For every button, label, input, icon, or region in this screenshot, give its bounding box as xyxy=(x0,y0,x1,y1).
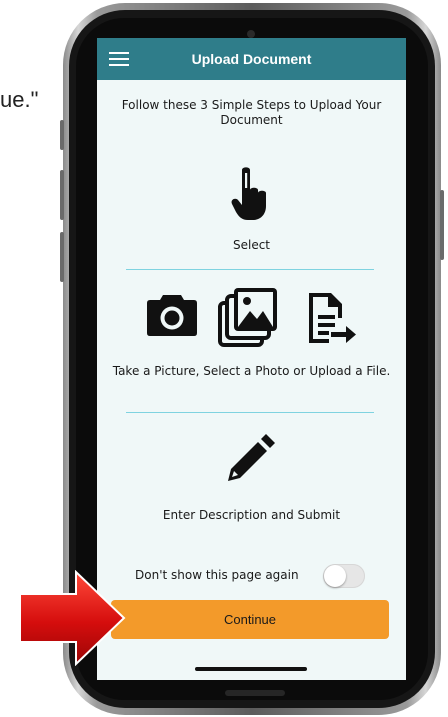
app-header: Upload Document xyxy=(97,38,406,80)
hand-pointer-icon xyxy=(231,167,266,220)
home-indicator xyxy=(195,667,307,671)
red-arrow-icon xyxy=(19,570,126,666)
phone-side-button xyxy=(60,170,64,220)
phone-side-button xyxy=(440,190,444,260)
dont-show-again-row: Don't show this page again xyxy=(97,564,406,588)
camera-icon xyxy=(147,295,197,336)
divider xyxy=(126,412,374,413)
pencil-icon xyxy=(228,434,275,481)
app-screen: Upload Document Follow these 3 Simple St… xyxy=(97,38,406,680)
phone-bottom-band xyxy=(225,690,285,696)
continue-button[interactable]: Continue xyxy=(111,600,389,639)
front-camera-dot xyxy=(247,30,255,38)
divider xyxy=(126,269,374,270)
phone-side-button xyxy=(60,120,64,150)
phone-side-button xyxy=(60,232,64,282)
dont-show-again-toggle[interactable] xyxy=(323,564,365,588)
background-partial-text: ue." xyxy=(0,87,39,112)
toggle-knob xyxy=(324,565,346,587)
hamburger-menu-icon[interactable] xyxy=(109,52,129,66)
step-take-picture-label: Take a Picture, Select a Photo or Upload… xyxy=(112,364,391,378)
dont-show-again-label: Don't show this page again xyxy=(135,568,299,582)
step-select-label: Select xyxy=(232,238,271,252)
header-title: Upload Document xyxy=(191,51,312,67)
upload-file-icon xyxy=(309,293,356,343)
photo-gallery-icon xyxy=(218,288,277,347)
step-enter-description-label: Enter Description and Submit xyxy=(162,508,341,522)
intro-text: Follow these 3 Simple Steps to Upload Yo… xyxy=(121,98,382,127)
